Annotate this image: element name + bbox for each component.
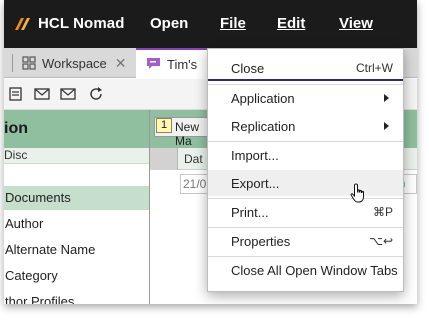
menu-item-application[interactable]: Application: [208, 85, 403, 111]
nav-panel-subheader: Disc: [4, 148, 149, 164]
menu-item-close-label: Close: [231, 61, 265, 76]
menu-item-properties-shortcut: ⌥↩: [369, 234, 393, 248]
nav-item-author-profiles[interactable]: thor Profiles: [4, 290, 149, 304]
menu-item-close[interactable]: Close Ctrl+W: [208, 55, 403, 81]
hand-pointer-cursor-icon: [350, 183, 364, 203]
grid-icon: [22, 56, 36, 70]
menu-item-close-all-tabs[interactable]: Close All Open Window Tabs: [208, 257, 403, 283]
menu-item-replication[interactable]: Replication: [208, 113, 403, 139]
table-cell-date: 21/0: [183, 177, 207, 191]
menu-view[interactable]: View: [339, 15, 373, 32]
menu-item-close-shortcut: Ctrl+W: [356, 61, 393, 75]
menu-edit-label: Edit: [277, 15, 306, 32]
hcl-logo-icon: [15, 18, 30, 30]
submenu-arrow-icon: [384, 94, 389, 102]
menu-item-properties-label: Properties: [231, 234, 291, 249]
count-badge: 1: [156, 118, 172, 133]
column-header-date[interactable]: Dat: [184, 152, 203, 166]
menu-item-print[interactable]: Print... ⌘P: [208, 199, 403, 225]
tab-workspace[interactable]: Workspace ✕: [22, 48, 134, 78]
mail-forward-icon[interactable]: [60, 87, 76, 101]
submenu-arrow-icon: [384, 122, 389, 130]
left-nav-panel: ion Disc Documents Author Alternate Name…: [4, 110, 149, 304]
refresh-icon[interactable]: [88, 87, 104, 101]
chat-icon: [147, 58, 160, 69]
menu-item-properties[interactable]: Properties ⌥↩: [208, 228, 403, 254]
menu-item-application-label: Application: [231, 91, 295, 106]
menu-item-replication-label: Replication: [231, 119, 296, 134]
menu-file[interactable]: File: [220, 15, 246, 32]
nav-panel-title: ion: [4, 110, 149, 148]
column-header-selector[interactable]: [150, 148, 178, 170]
menu-edit[interactable]: Edit: [277, 15, 305, 32]
nav-item-author[interactable]: Author: [4, 212, 149, 236]
menu-view-label: View: [339, 15, 373, 32]
menubar: HCL Nomad Open File Edit View: [4, 0, 417, 48]
menu-open[interactable]: Open: [150, 15, 188, 32]
app-title: HCL Nomad: [38, 15, 125, 32]
menu-item-export[interactable]: Export...: [208, 170, 403, 196]
menu-item-print-shortcut: ⌘P: [372, 205, 393, 219]
nav-item-documents[interactable]: Documents: [4, 186, 149, 210]
menu-item-print-label: Print...: [231, 205, 269, 220]
nav-item-alternate-name[interactable]: Alternate Name: [4, 238, 149, 262]
app-window: HCL Nomad Open File Edit View Workspace …: [4, 0, 417, 304]
file-menu-dropdown: Close Ctrl+W Application Replication Imp…: [207, 48, 404, 292]
menu-file-label: File: [220, 15, 246, 32]
tab-tims[interactable]: Tim's: [136, 48, 216, 78]
tab-workspace-label: Workspace: [42, 55, 107, 71]
tab-separator: [12, 54, 13, 72]
tab-tims-label: Tim's: [167, 56, 198, 72]
nav-item-category[interactable]: Category: [4, 264, 149, 288]
document-icon[interactable]: [8, 87, 24, 101]
mail-reply-icon[interactable]: [34, 87, 50, 101]
menu-item-import[interactable]: Import...: [208, 142, 403, 168]
close-icon[interactable]: ✕: [115, 55, 127, 72]
